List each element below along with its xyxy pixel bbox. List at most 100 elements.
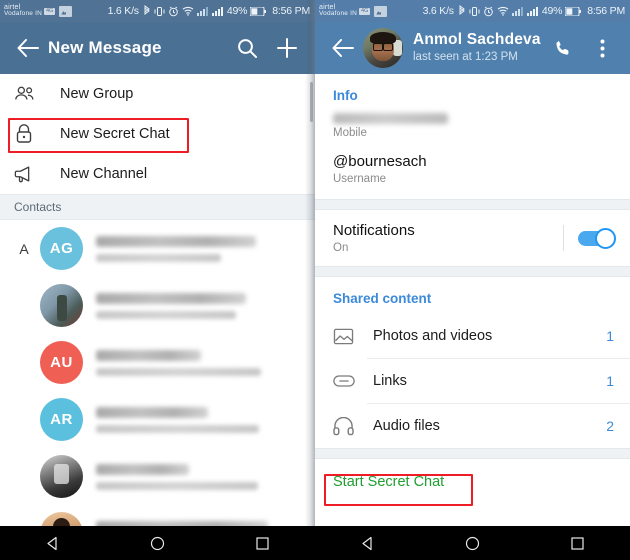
page-title: New Message — [48, 38, 162, 57]
info-item-label: Mobile — [333, 127, 367, 139]
phone-number-redacted — [333, 113, 448, 124]
contact-texts — [96, 235, 315, 262]
android-nav-bar-left — [0, 526, 315, 560]
avatar: AR — [40, 398, 83, 441]
lock-icon — [14, 123, 54, 145]
nav-home-icon[interactable] — [136, 536, 180, 551]
menu-item-new-secret-chat[interactable]: New Secret Chat — [0, 114, 315, 154]
nav-back-icon[interactable] — [31, 536, 75, 551]
alarm-icon — [168, 6, 179, 17]
section-divider — [315, 448, 630, 459]
contact-last-seen: last seen at 1:23 PM — [413, 51, 518, 64]
plus-icon[interactable] — [267, 28, 307, 68]
carrier-line-2: Vodafone IN — [4, 10, 42, 18]
battery-icon — [250, 6, 267, 16]
network-speed: 3.6 K/s — [422, 5, 454, 17]
app-bar-new-message: New Message — [0, 22, 315, 74]
link-icon — [333, 374, 367, 388]
shared-row-photos-and-videos[interactable]: Photos and videos 1 — [315, 314, 630, 358]
contact-name-redacted — [96, 406, 208, 418]
signal-sim1-icon — [511, 6, 524, 16]
status-bar-left: airtel Vodafone IN 4G 1.6 K/s 49% 8:56 P… — [0, 0, 315, 22]
nav-recents-icon[interactable] — [556, 536, 600, 551]
shared-row-audio-files[interactable]: Audio files 2 — [315, 404, 630, 448]
info-item-username[interactable]: @bournesach Username — [315, 153, 630, 185]
contact-name-redacted — [96, 292, 246, 304]
contact-texts — [96, 292, 315, 319]
contact-name-redacted — [96, 349, 201, 361]
avatar-initials: AR — [50, 411, 73, 428]
phone-icon[interactable] — [542, 28, 582, 68]
nav-back-icon[interactable] — [346, 536, 390, 551]
megaphone-icon — [14, 164, 54, 184]
android-nav-bar-right — [315, 526, 630, 560]
vertical-divider — [563, 225, 564, 251]
shared-row-label: Links — [373, 373, 407, 389]
vibrate-icon — [154, 6, 165, 17]
avatar[interactable] — [363, 28, 403, 68]
avatar-initials: AU — [50, 354, 73, 371]
battery-percent: 49% — [226, 5, 248, 17]
shared-content-title: Shared content — [333, 291, 432, 306]
contact-status-redacted — [96, 424, 259, 433]
info-section-title: Info — [333, 88, 358, 103]
contact-status-redacted — [96, 367, 261, 376]
shared-row-count: 2 — [606, 418, 614, 434]
start-secret-chat-label: Start Secret Chat — [333, 474, 445, 490]
contact-list-item[interactable]: AR — [0, 391, 315, 448]
alpha-index-letter: A — [19, 240, 29, 257]
contact-texts — [96, 463, 315, 490]
wifi-icon — [182, 6, 194, 16]
new-message-menu: New Group New Secret Chat New Channel — [0, 74, 315, 194]
image-icon — [333, 327, 367, 346]
avatar: AG — [40, 227, 83, 270]
contact-list-item[interactable]: AU — [0, 334, 315, 391]
clock-time: 8:56 PM — [587, 5, 625, 17]
carrier-line-2: Vodafone IN — [319, 10, 357, 18]
bluetooth-icon — [458, 5, 466, 17]
contact-status-redacted — [96, 310, 236, 319]
back-arrow-icon[interactable] — [8, 28, 48, 68]
search-icon[interactable] — [227, 28, 267, 68]
contact-status-redacted — [96, 253, 221, 262]
info-item-mobile[interactable]: Mobile — [315, 113, 630, 139]
nav-recents-icon[interactable] — [241, 536, 285, 551]
menu-item-new-group[interactable]: New Group — [0, 74, 315, 114]
avatar-photo-glasses — [373, 43, 393, 51]
username-value: @bournesach — [333, 153, 427, 170]
notifications-row[interactable]: Notifications On — [315, 210, 630, 266]
sim-badge-icon: 4G — [358, 7, 371, 15]
shared-row-links[interactable]: Links 1 — [315, 359, 630, 403]
section-divider — [315, 199, 630, 210]
nav-home-icon[interactable] — [451, 536, 495, 551]
gallery-notification-icon — [59, 5, 73, 17]
contact-name-redacted — [96, 235, 256, 247]
menu-item-label: New Group — [60, 86, 134, 102]
contact-detail-panel: Info Mobile @bournesach Username Notific… — [315, 74, 630, 505]
alarm-icon — [483, 6, 494, 17]
contact-list-item[interactable] — [0, 448, 315, 505]
menu-item-label: New Channel — [60, 166, 148, 182]
signal-sim2-icon — [526, 6, 539, 16]
contact-texts — [96, 406, 315, 433]
app-bar-contact-profile: Anmol Sachdeva last seen at 1:23 PM — [315, 22, 630, 74]
start-secret-chat-row[interactable]: Start Secret Chat — [315, 459, 630, 505]
bluetooth-icon — [143, 5, 151, 17]
contacts-list: A AG AU AR — [0, 220, 315, 560]
right-phone-screen: airtel Vodafone IN 4G 3.6 K/s 49% 8:56 P… — [315, 0, 630, 560]
avatar: AU — [40, 341, 83, 384]
back-arrow-icon[interactable] — [323, 28, 363, 68]
contact-list-item[interactable] — [0, 277, 315, 334]
contact-status-redacted — [96, 481, 258, 490]
status-bar-right: airtel Vodafone IN 4G 3.6 K/s 49% 8:56 P… — [315, 0, 630, 22]
more-vertical-icon[interactable] — [582, 28, 622, 68]
notifications-title: Notifications — [333, 222, 415, 239]
notifications-toggle[interactable] — [578, 227, 616, 249]
shared-row-label: Audio files — [373, 418, 440, 434]
shared-row-count: 1 — [606, 328, 614, 344]
contact-list-item[interactable]: A AG — [0, 220, 315, 277]
battery-percent: 49% — [541, 5, 563, 17]
menu-item-new-channel[interactable]: New Channel — [0, 154, 315, 194]
shared-row-count: 1 — [606, 373, 614, 389]
dual-screenshot: airtel Vodafone IN 4G 1.6 K/s 49% 8:56 P… — [0, 0, 630, 560]
